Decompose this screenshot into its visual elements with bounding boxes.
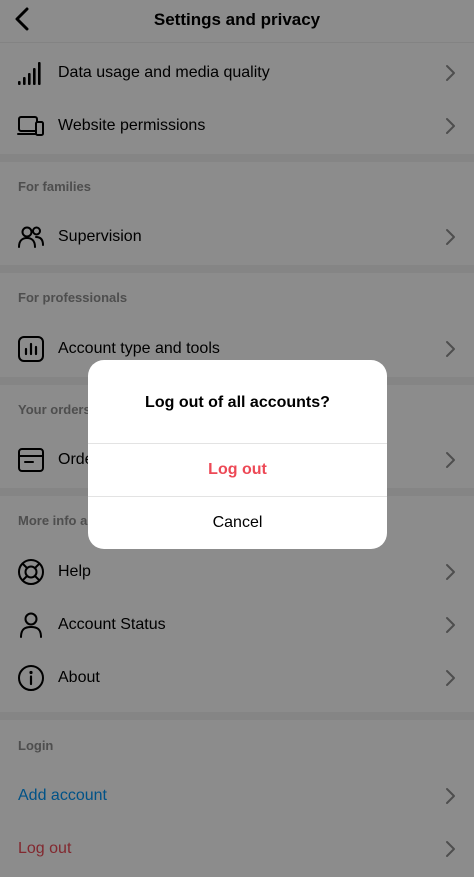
confirm-log-out-button[interactable]: Log out xyxy=(88,444,387,496)
cancel-button[interactable]: Cancel xyxy=(88,497,387,549)
logout-dialog: Log out of all accounts? Log out Cancel xyxy=(88,360,387,549)
dialog-title: Log out of all accounts? xyxy=(145,394,330,411)
